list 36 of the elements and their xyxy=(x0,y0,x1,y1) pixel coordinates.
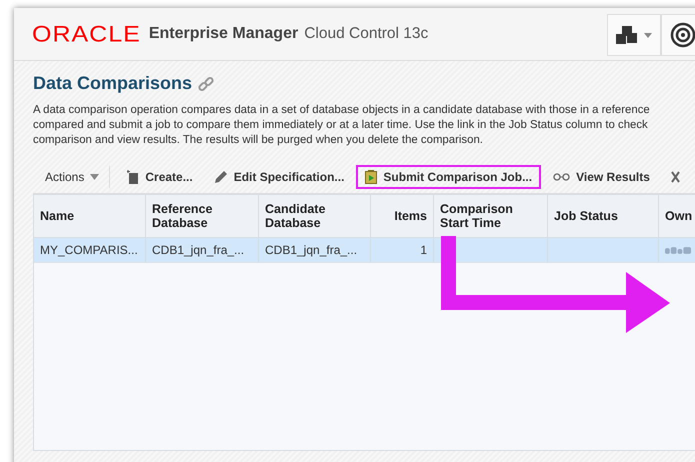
close-icon xyxy=(670,170,680,182)
table-cell: 1 xyxy=(371,238,434,263)
caret-icon xyxy=(644,32,652,38)
create-button[interactable]: Create... xyxy=(118,164,202,188)
column-header[interactable]: Items xyxy=(371,195,434,238)
target-icon xyxy=(670,22,695,48)
caret-icon xyxy=(90,174,100,180)
target-button[interactable] xyxy=(661,14,695,56)
targets-menu-button[interactable] xyxy=(607,14,661,56)
logo-text: ORACLE xyxy=(32,20,141,48)
table-cell: MY_COMPARIS... xyxy=(34,238,146,263)
product-edition: Cloud Control 13c xyxy=(304,25,428,43)
column-header[interactable]: Name xyxy=(34,195,146,238)
table-cell: CDB1_jqn_fra_... xyxy=(259,238,371,263)
submit-job-button[interactable]: Submit Comparison Job... xyxy=(356,164,542,188)
play-icon xyxy=(365,170,378,184)
page-title: Data Comparisons xyxy=(33,73,192,94)
product-name: Enterprise Manager xyxy=(148,25,298,43)
glasses-icon xyxy=(553,172,570,180)
link-icon[interactable] xyxy=(198,76,214,92)
description-text: comparison and view results. The results will be purged when you delete the comparison. xyxy=(33,133,483,148)
description-text: compared and submit a job to compare them immediately or at a later time. Use the link in the Job Status column to check xyxy=(33,118,648,133)
view-results-button[interactable]: View Results xyxy=(544,164,659,188)
actions-menu[interactable]: Actions xyxy=(33,164,110,188)
edit-button[interactable]: Edit Specification... xyxy=(204,164,354,188)
table-cell: CDB1_jqn_fra_... xyxy=(146,238,259,263)
column-header[interactable]: Own xyxy=(659,195,695,238)
blurred-text xyxy=(665,246,692,254)
pencil-icon xyxy=(214,170,228,184)
document-icon xyxy=(127,170,140,184)
blocks-icon xyxy=(616,26,640,44)
column-header[interactable]: Reference Database xyxy=(146,195,259,238)
description-text: A data comparison operation compares data in a set of database objects in a candidate database with those in a reference xyxy=(33,103,650,118)
column-header[interactable]: Candidate Database xyxy=(259,195,371,238)
column-header[interactable]: Job Status xyxy=(548,195,659,238)
column-header[interactable]: Comparison Start Time xyxy=(434,195,548,238)
